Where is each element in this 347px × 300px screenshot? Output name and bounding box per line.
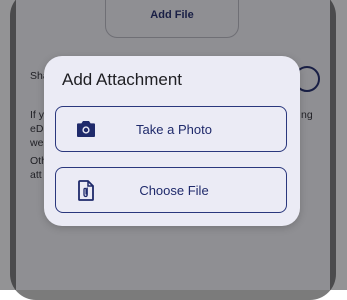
camera-icon xyxy=(75,118,97,140)
dialog-title: Add Attachment xyxy=(62,70,183,89)
file-attachment-icon xyxy=(75,179,97,201)
choose-file-button[interactable]: Choose File xyxy=(55,167,287,213)
take-photo-button[interactable]: Take a Photo xyxy=(55,106,287,152)
add-attachment-dialog: Add Attachment Take a Photo Choose File xyxy=(44,56,300,226)
